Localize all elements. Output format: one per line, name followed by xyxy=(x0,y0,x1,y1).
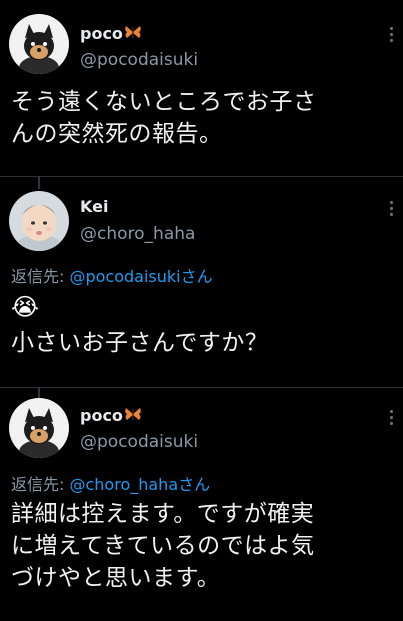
tweet-3[interactable]: poco @pocodaisuki 返信先: @choro_hahaさん 詳細は… xyxy=(0,388,403,621)
more-vertical-icon[interactable] xyxy=(388,27,394,42)
reply-to-suffix: さん xyxy=(178,475,211,494)
tweet-1[interactable]: poco @pocodaisuki そう遠くないところでお子さ んの突然死の報告… xyxy=(0,0,403,176)
reply-mention-link[interactable]: @choro_haha xyxy=(69,475,178,494)
reply-to-suffix: さん xyxy=(180,267,213,286)
tweet-text-line: に増えてきているのではよ気 xyxy=(11,533,315,559)
display-name[interactable]: poco xyxy=(80,24,123,43)
tweet-2[interactable]: Kei @choro_haha 返信先: @pocodaisukiさん 😭 小さ… xyxy=(0,177,403,387)
reply-to: 返信先: @choro_hahaさん xyxy=(11,471,210,495)
handle[interactable]: @choro_haha xyxy=(80,224,195,244)
handle[interactable]: @pocodaisuki xyxy=(80,50,198,70)
tweet-text: 詳細は控えます。ですが確実 に増えてきているのではよ気 づけやと思います。 xyxy=(11,498,395,594)
tweet-text-line: そう遠くないところでお子さ xyxy=(11,89,317,115)
butterfly-icon xyxy=(124,24,142,43)
avatar-poco[interactable] xyxy=(9,14,69,74)
more-vertical-icon[interactable] xyxy=(388,410,394,425)
tweet-text-line: んの突然死の報告。 xyxy=(11,121,223,147)
handle[interactable]: @pocodaisuki xyxy=(80,432,198,452)
tweet-text: そう遠くないところでお子さ んの突然死の報告。 xyxy=(11,86,395,150)
reply-mention-link[interactable]: @pocodaisuki xyxy=(69,267,180,286)
display-name[interactable]: Kei xyxy=(80,197,108,216)
avatar-kei[interactable] xyxy=(9,191,69,251)
tweet-text: 小さいお子さんですか？ xyxy=(11,327,395,359)
reply-to-prefix: 返信先: xyxy=(11,267,70,286)
display-name[interactable]: poco xyxy=(80,406,123,425)
reply-to-prefix: 返信先: xyxy=(11,475,70,494)
reply-to: 返信先: @pocodaisukiさん xyxy=(11,263,213,287)
tweet-text-line: 小さいお子さんですか？ xyxy=(11,330,269,356)
crying-emoji: 😭 xyxy=(11,293,40,321)
avatar-poco[interactable] xyxy=(9,398,69,458)
more-vertical-icon[interactable] xyxy=(388,201,394,216)
tweet-text-line: 詳細は控えます。ですが確実 xyxy=(11,501,315,527)
butterfly-icon xyxy=(124,406,142,425)
tweet-text-line: づけやと思います。 xyxy=(11,565,221,591)
